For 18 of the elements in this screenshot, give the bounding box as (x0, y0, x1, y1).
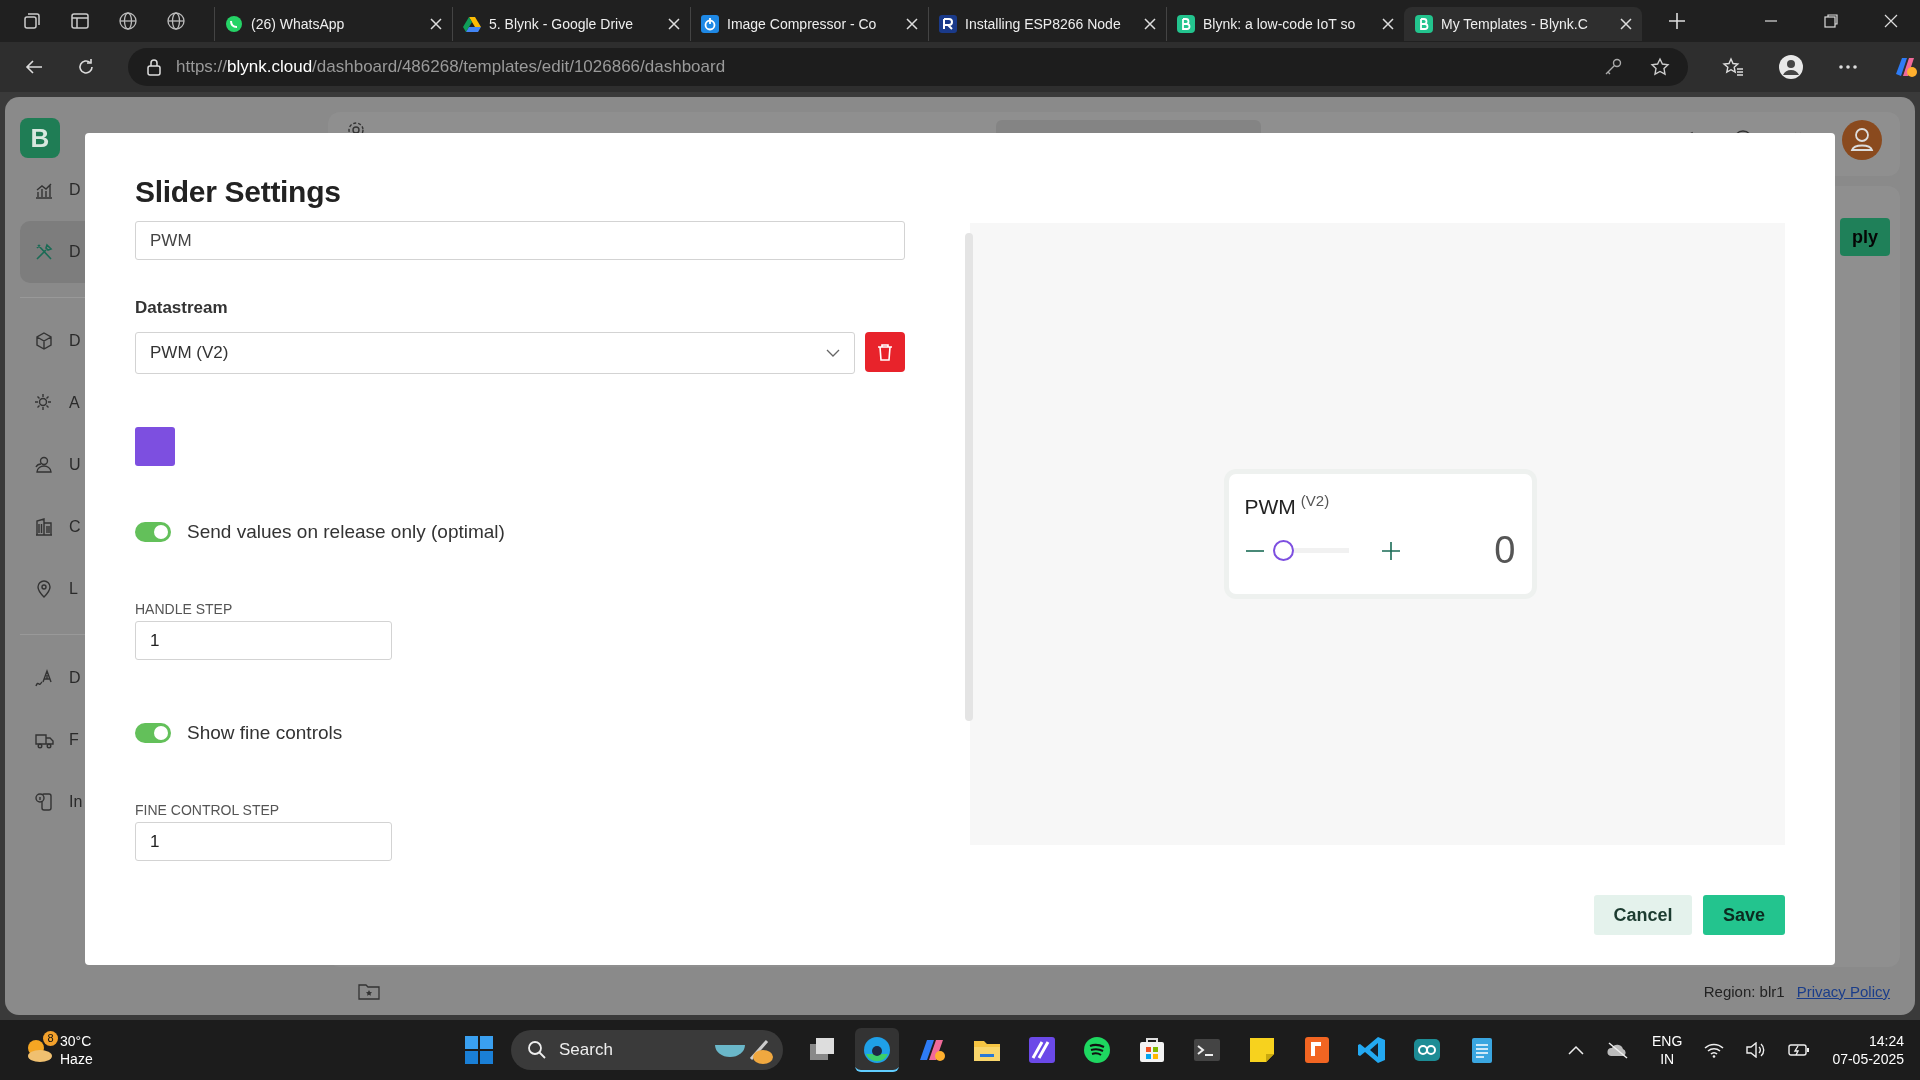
tab-title: My Templates - Blynk.C (1441, 16, 1589, 32)
tab-title: (26) WhatsApp (251, 16, 346, 32)
tab-title: 5. Blynk - Google Drive (489, 16, 634, 32)
tab-title: Image Compressor - Co (727, 16, 878, 32)
tab-title: Blynk: a low-code IoT so (1203, 16, 1357, 32)
app-logo: B (20, 118, 60, 158)
field-label: HANDLE STEP (135, 601, 234, 617)
toggle-label: Send values on release only (optimal) (187, 521, 505, 543)
toggle-label: Show fine controls (187, 722, 343, 744)
region-label: Region: blr1 (1703, 982, 1785, 1000)
field-label: FINE CONTROL STEP (135, 802, 281, 818)
url-text: https://blynk.cloud/dashboard/486268/templates/edit/1026866/dashboard (176, 57, 726, 77)
field-label: Datastream (135, 298, 229, 318)
notification-badge: 8 (43, 1031, 58, 1046)
dialog-title: Slider Settings (135, 175, 342, 209)
slider-value: 0 (1494, 529, 1516, 572)
widget-title: PWM $^{(V2)}$ (1244, 492, 1331, 519)
tab-title: Installing ESP8266 Node (965, 16, 1122, 32)
